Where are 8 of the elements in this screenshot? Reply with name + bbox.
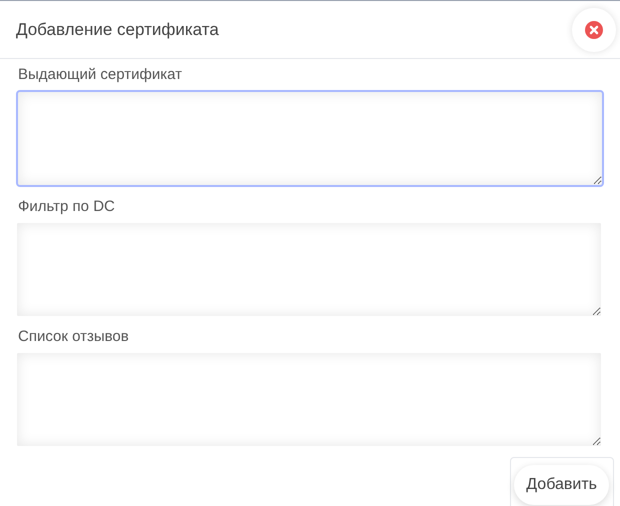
close-button[interactable] bbox=[572, 8, 616, 52]
dialog-title: Добавление сертификата bbox=[16, 18, 219, 41]
field-label: Фильтр по DC bbox=[17, 197, 116, 217]
add-button[interactable]: Добавить bbox=[514, 465, 609, 505]
text-area[interactable] bbox=[16, 90, 604, 187]
field-label: Список отзывов bbox=[17, 327, 130, 347]
close-icon bbox=[585, 20, 603, 38]
field-label: Выдающий сертификат bbox=[17, 65, 183, 85]
